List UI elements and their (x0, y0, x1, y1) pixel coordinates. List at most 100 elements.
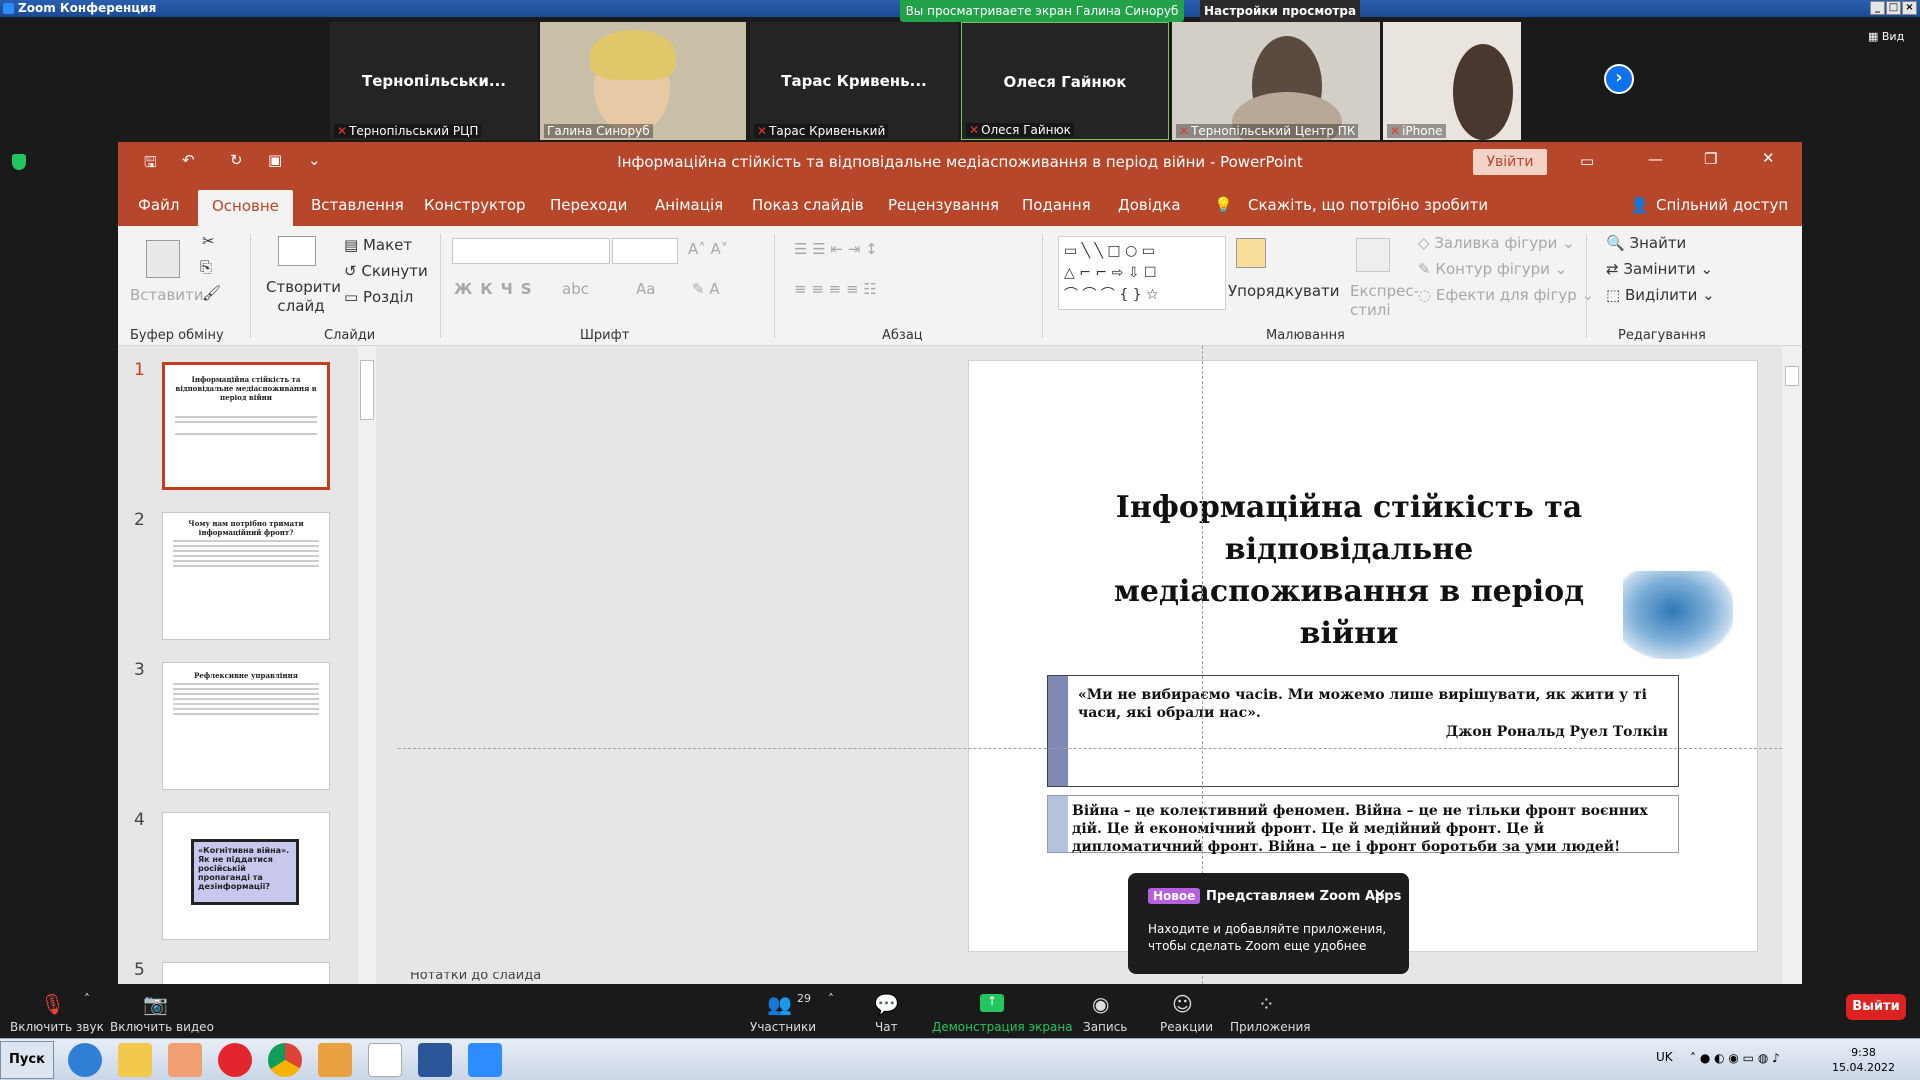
tab-insert[interactable]: Вставлення (311, 196, 404, 214)
find-button[interactable]: 🔍 Знайти (1606, 234, 1686, 252)
slide-thumbnail-1[interactable]: Інформаційна стійкість та відповідальне … (162, 362, 330, 490)
leave-button[interactable]: Выйти (1846, 994, 1906, 1020)
copy-icon[interactable]: ⎘ (200, 258, 212, 276)
ppt-restore-icon[interactable]: ❐ (1704, 150, 1717, 168)
ie-icon[interactable] (68, 1043, 102, 1077)
tab-design[interactable]: Конструктор (424, 196, 526, 214)
quick-styles-button[interactable]: Експрес-стилі (1350, 282, 1419, 320)
unmute-button[interactable]: Включить звук (10, 1020, 104, 1034)
current-slide[interactable]: Інформаційна стійкість та відповідальне … (968, 360, 1758, 952)
record-icon[interactable]: ◉ (1092, 992, 1118, 1016)
participant-tile[interactable]: Тернопільськи... ✕ Тернопільський РЦП (330, 22, 538, 140)
participant-tile-active[interactable]: Олеся Гайнюк ✕ Олеся Гайнюк (961, 22, 1169, 140)
video-off-icon[interactable]: 📷 (143, 992, 169, 1016)
canvas-scrollbar[interactable] (1782, 346, 1802, 984)
share-screen-button[interactable]: Демонстрация экрана (932, 1020, 1073, 1034)
tab-transitions[interactable]: Переходи (550, 196, 627, 214)
close-button[interactable]: × (1902, 1, 1917, 15)
language-indicator[interactable]: UK (1656, 1050, 1673, 1064)
grow-font-icon[interactable]: A˄ A˅ (688, 240, 728, 258)
view-options-dropdown[interactable]: Настройки просмотра ⌄ (1200, 0, 1360, 40)
section-button[interactable]: ▭ Розділ (344, 288, 413, 306)
font-name-dropdown[interactable] (452, 238, 610, 264)
tab-help[interactable]: Довідка (1118, 196, 1181, 214)
muted-mic-icon[interactable]: 🎙 (40, 992, 66, 1016)
shapes-icons[interactable]: ▭ ╲ ╲ □ ○ ▭ △ ⌐ ⌐ ⇨ ⇩ ☐ ⌒ ⌒ ⌒ { } ☆ (1064, 240, 1214, 306)
ppt-minimize-icon[interactable]: — (1648, 150, 1663, 168)
slide-thumbnail-3[interactable]: Рефлексивне управління (162, 662, 330, 790)
record-button[interactable]: Запись (1083, 1020, 1127, 1034)
view-button[interactable]: ▦ Вид (1868, 30, 1904, 43)
participant-video-tile[interactable]: ✕ Тернопільський Центр ПК (1172, 22, 1380, 140)
reactions-icon[interactable]: ☺ (1172, 992, 1198, 1016)
font-style-icons[interactable]: ЖКЧS (454, 280, 540, 298)
shape-effects-button[interactable]: ◌ Ефекти для фігур ⌄ (1418, 286, 1594, 304)
participants-options-icon[interactable]: ˄ (828, 992, 854, 1014)
ribbon-display-icon[interactable]: ▭ (1580, 152, 1594, 170)
tab-file[interactable]: Файл (138, 196, 179, 214)
slide-thumbnail-5[interactable] (162, 962, 330, 984)
maximize-button[interactable]: □ (1886, 1, 1901, 15)
bullets-icon[interactable]: ☰ ☰ ⇤ ⇥ ↕ (794, 240, 878, 258)
align-icons[interactable]: ≡ ≡ ≡ ≡ ☷ (794, 280, 877, 298)
close-icon[interactable]: ✕ (1373, 885, 1386, 904)
clock[interactable]: 9:38 15.04.2022 (1832, 1045, 1895, 1075)
word-icon[interactable] (418, 1043, 452, 1077)
new-slide-button[interactable]: Створити слайд (266, 278, 341, 316)
tray-icons[interactable]: ˄ ● ◐ ◉ ▭ ◍ ♪ (1690, 1051, 1780, 1065)
paste-button[interactable]: Вставити (130, 286, 204, 304)
slide-thumbnail-2[interactable]: Чому нам потрібно тримати інформаційний … (162, 512, 330, 640)
tab-slideshow[interactable]: Показ слайдів (752, 196, 864, 214)
select-button[interactable]: ⬚ Виділити ⌄ (1606, 286, 1715, 304)
start-button[interactable]: Пуск (0, 1041, 54, 1079)
participant-video-tile[interactable]: Галина Синоруб (540, 22, 746, 140)
ppt-close-icon[interactable]: ✕ (1762, 149, 1775, 167)
participant-video-tile[interactable]: ✕ iPhone (1383, 22, 1521, 140)
replace-button[interactable]: ⇄ Замінити ⌄ (1606, 260, 1713, 278)
slide-title[interactable]: Інформаційна стійкість та відповідальне … (1069, 487, 1629, 655)
audio-options-icon[interactable]: ˄ (84, 992, 110, 1014)
quote-box[interactable]: «Ми не вибираємо часів. Ми можемо лише в… (1047, 675, 1679, 787)
strikethrough-icon[interactable]: abc (562, 280, 589, 298)
app-icon[interactable] (318, 1043, 352, 1077)
media-player-icon[interactable] (168, 1043, 202, 1077)
chat-icon[interactable]: 💬 (874, 992, 900, 1016)
arrange-button[interactable]: Упорядкувати (1228, 282, 1340, 300)
tab-review[interactable]: Рецензування (888, 196, 999, 214)
participants-button[interactable]: Участники (750, 1020, 816, 1034)
opera-icon[interactable] (218, 1043, 252, 1077)
notes-pane[interactable]: Нотатки до слайда (398, 972, 1782, 984)
tell-me-search[interactable]: Скажіть, що потрібно зробити (1248, 196, 1488, 214)
word-cloud-image[interactable] (1623, 571, 1733, 659)
share-button[interactable]: Спільний доступ (1656, 196, 1788, 214)
sign-in-button[interactable]: Увійти (1473, 149, 1547, 175)
highlight-icon[interactable]: ✎ A (692, 280, 720, 298)
document-icon[interactable] (368, 1043, 402, 1077)
layout-button[interactable]: ▤ Макет (344, 236, 412, 254)
gallery-next-icon[interactable]: › (1604, 64, 1634, 94)
cut-icon[interactable]: ✂ (202, 232, 215, 250)
folder-icon[interactable] (118, 1043, 152, 1077)
slide-thumbnail-4[interactable]: «Когнітивна війна». Як не піддатися росі… (162, 812, 330, 940)
apps-icon[interactable]: ⁘ (1258, 992, 1284, 1016)
chat-button[interactable]: Чат (875, 1020, 898, 1034)
participant-tile[interactable]: Тарас Кривень... ✕ Тарас Кривенький (750, 22, 958, 140)
thumbnails-scrollbar[interactable] (358, 346, 376, 984)
tab-home[interactable]: Основне (198, 190, 293, 226)
shape-fill-button[interactable]: ◇ Заливка фігури ⌄ (1418, 234, 1575, 252)
reset-button[interactable]: ↺ Скинути (344, 262, 428, 280)
start-video-button[interactable]: Включить видео (110, 1020, 214, 1034)
security-shield-icon[interactable] (12, 154, 26, 170)
participants-icon[interactable]: 👥 (767, 992, 793, 1016)
reactions-button[interactable]: Реакции (1160, 1020, 1213, 1034)
war-text-box[interactable]: Війна – це колективний феномен. Війна – … (1047, 795, 1679, 855)
change-case-icon[interactable]: Aa (636, 280, 655, 298)
apps-button[interactable]: Приложения (1230, 1020, 1311, 1034)
chrome-icon[interactable] (268, 1043, 302, 1077)
minimize-button[interactable]: _ (1870, 1, 1885, 15)
format-painter-icon[interactable]: 🖌 (202, 284, 221, 302)
shape-outline-button[interactable]: ✎ Контур фігури ⌄ (1418, 260, 1567, 278)
tab-animations[interactable]: Анімація (655, 196, 723, 214)
zoom-taskbar-icon[interactable] (468, 1043, 502, 1077)
font-size-dropdown[interactable] (612, 238, 678, 264)
